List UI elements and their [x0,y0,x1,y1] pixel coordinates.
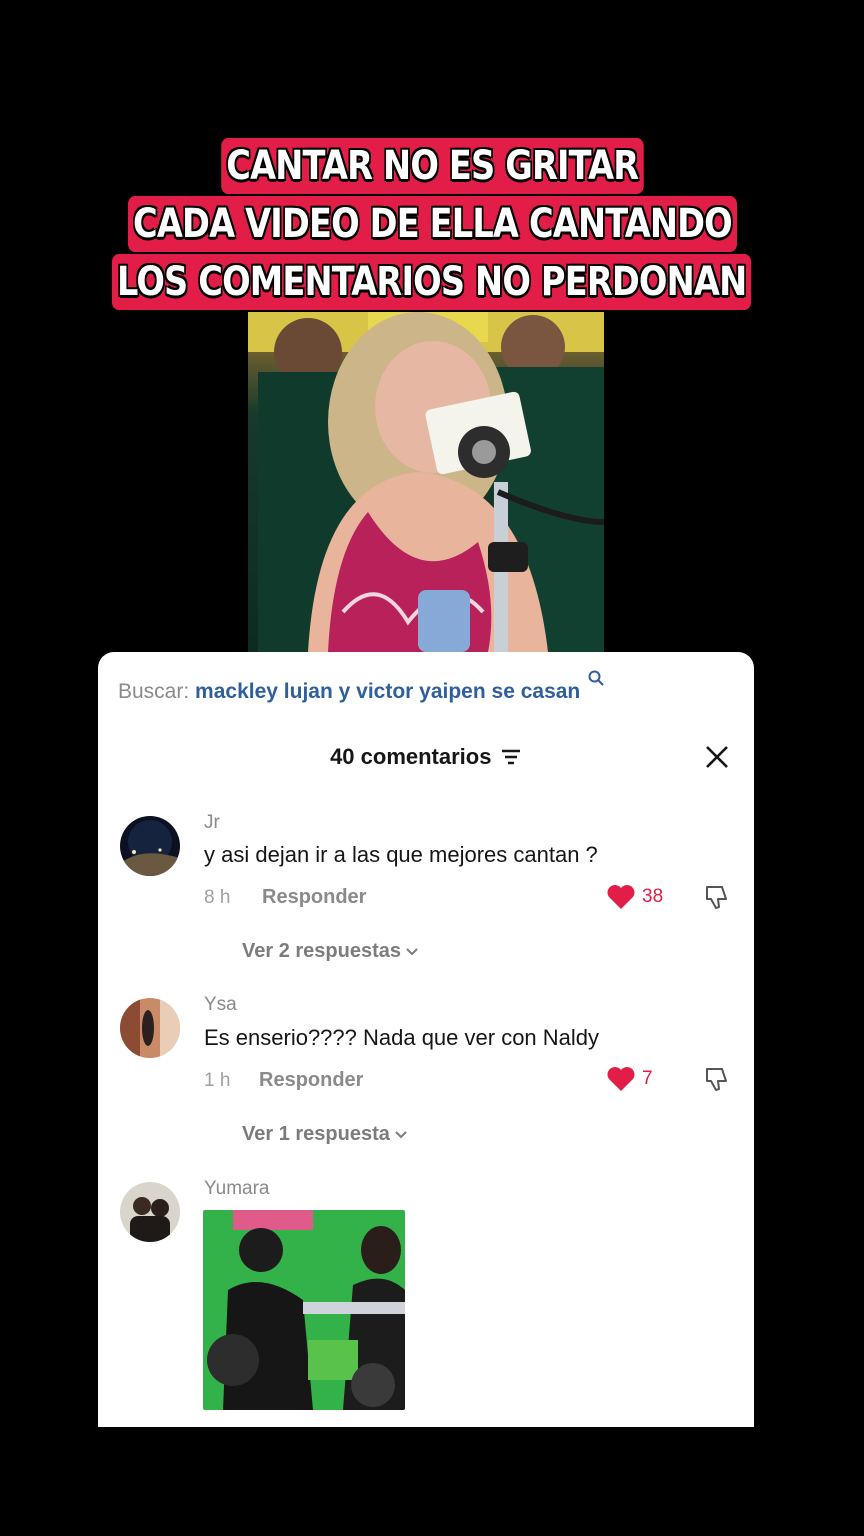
filter-icon[interactable] [500,748,522,771]
heart-icon [607,885,635,909]
like-button[interactable]: 38 [606,884,663,910]
headline-line-2: CADA VIDEO DE ELLA CANTANDO [127,196,737,252]
search-query-link[interactable]: mackley lujan y victor yaipen se casan [195,680,580,703]
like-count: 38 [642,886,664,907]
comment-username[interactable]: Jr [204,812,220,834]
chevron-down-icon [406,947,418,955]
comment-time: 8 h [204,887,231,908]
headline-overlay: CANTAR NO ES GRITAR CADA VIDEO DE ELLA C… [0,138,864,312]
avatar[interactable] [120,1182,180,1242]
comment-username[interactable]: Yumara [204,1178,269,1200]
chevron-down-icon [395,1130,407,1138]
search-icon[interactable] [588,668,604,692]
view-replies-button[interactable]: Ver 2 respuestas [242,940,419,963]
video-still [248,312,604,652]
video-frame[interactable] [248,312,604,652]
dislike-icon[interactable] [702,882,732,912]
close-icon[interactable] [704,744,730,770]
avatar[interactable] [120,816,180,876]
view-replies-label: Ver 1 respuesta [242,1123,390,1145]
like-button[interactable]: 7 [606,1066,653,1092]
like-count: 7 [642,1068,653,1089]
search-label: Buscar: [118,680,190,703]
view-replies-button[interactable]: Ver 1 respuesta [242,1123,408,1146]
headline-line-1: CANTAR NO ES GRITAR [220,138,644,194]
comment-time: 1 h [204,1070,231,1091]
dislike-icon[interactable] [702,1064,732,1094]
comments-count: 40 comentarios [330,744,492,769]
comment-image[interactable] [203,1210,405,1410]
comment-username[interactable]: Ysa [204,994,237,1016]
headline-line-3: LOS COMENTARIOS NO PERDONAN [112,254,752,310]
comment-text: y asi dejan ir a las que mejores cantan … [204,842,598,867]
comments-sheet: Buscar: mackley lujan y victor yaipen se… [98,652,754,1427]
comment-text: Es enserio???? Nada que ver con Naldy [204,1025,600,1050]
heart-icon [607,1067,635,1091]
reply-button[interactable]: Responder [262,886,366,909]
avatar[interactable] [120,998,180,1058]
view-replies-label: Ver 2 respuestas [242,940,401,962]
comments-header: 40 comentarios [98,744,754,771]
search-suggestion[interactable]: Buscar: mackley lujan y victor yaipen se… [118,670,604,704]
reply-button[interactable]: Responder [259,1069,363,1092]
